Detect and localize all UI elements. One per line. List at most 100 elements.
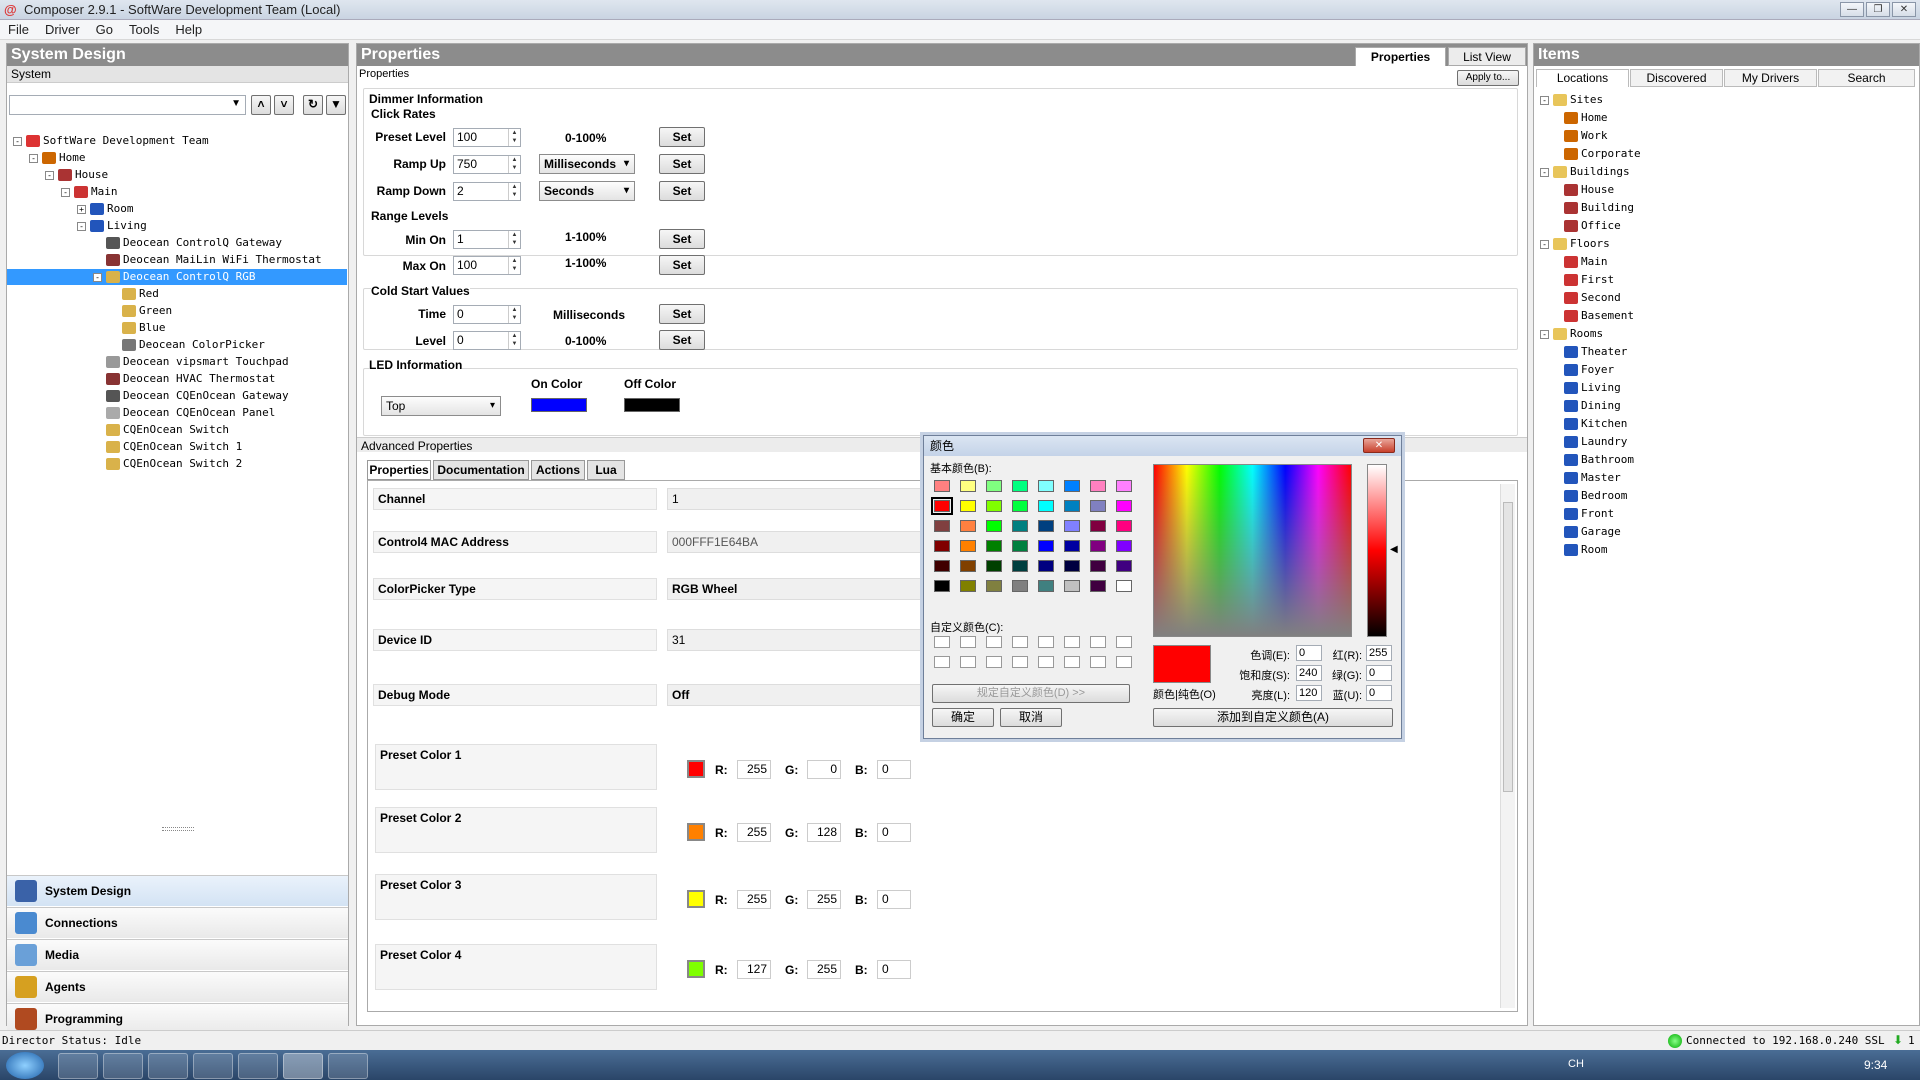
green-input[interactable]: 0 (1366, 665, 1392, 681)
location-item[interactable]: Kitchen (1564, 416, 1627, 432)
basic-color-swatch[interactable] (1090, 560, 1106, 572)
ramp-down-unit-select[interactable]: Seconds (539, 181, 635, 201)
min-on-input[interactable]: 1 ▲ ▼ (453, 230, 521, 249)
ramp-up-set-button[interactable]: Set (659, 154, 705, 174)
tree-item[interactable]: CQEnOcean Switch 1 (93, 439, 242, 455)
blue-input[interactable]: 0 (1366, 685, 1392, 701)
collapse-icon[interactable]: - (1540, 95, 1549, 105)
collapse-icon[interactable]: - (45, 170, 54, 180)
download-icon[interactable]: ⬇ (1893, 1033, 1903, 1047)
basic-color-swatch[interactable] (1116, 560, 1132, 572)
tab-list-view[interactable]: List View (1448, 47, 1526, 66)
luminance-arrow-icon[interactable]: ◀ (1390, 544, 1398, 555)
basic-color-swatch[interactable] (934, 580, 950, 592)
refresh-button[interactable]: ↻ (303, 95, 323, 115)
rgb-r-input[interactable]: 255 (737, 760, 771, 779)
basic-color-swatch[interactable] (986, 520, 1002, 532)
basic-color-swatch[interactable] (1116, 520, 1132, 532)
menu-driver[interactable]: Driver (37, 22, 88, 37)
nav-agents-button[interactable]: Agents (7, 971, 348, 1002)
basic-color-swatch[interactable] (1038, 480, 1054, 492)
collapse-icon[interactable]: - (77, 221, 86, 231)
restore-button[interactable]: ❐ (1866, 2, 1890, 17)
collapse-icon[interactable]: - (93, 272, 102, 282)
basic-color-swatch[interactable] (960, 520, 976, 532)
custom-color-swatch[interactable] (1064, 636, 1080, 648)
location-item[interactable]: Second (1564, 290, 1621, 306)
collapse-icon[interactable]: - (61, 187, 70, 197)
basic-color-swatch[interactable] (986, 540, 1002, 552)
basic-color-swatch[interactable] (960, 580, 976, 592)
basic-color-swatch[interactable] (1038, 520, 1054, 532)
basic-color-swatch[interactable] (960, 500, 976, 512)
close-window-button[interactable]: ✕ (1892, 2, 1916, 17)
basic-color-swatch[interactable] (934, 480, 950, 492)
level-set-button[interactable]: Set (659, 330, 705, 350)
adv-row-value[interactable]: RGB Wheel (667, 578, 929, 600)
color-spectrum-picker[interactable] (1153, 464, 1352, 637)
basic-color-swatch[interactable] (1064, 580, 1080, 592)
basic-color-swatch[interactable] (934, 520, 950, 532)
define-custom-colors-button[interactable]: 规定自定义颜色(D) >> (932, 684, 1130, 703)
basic-color-swatch[interactable] (1116, 540, 1132, 552)
tree-item[interactable]: - SoftWare Development Team (13, 133, 209, 149)
basic-color-swatch[interactable] (960, 560, 976, 572)
move-up-button[interactable]: ˄ (251, 95, 271, 115)
custom-color-swatch[interactable] (934, 656, 950, 668)
rgb-g-input[interactable]: 0 (807, 760, 841, 779)
location-item[interactable]: - Floors (1540, 236, 1610, 252)
tab-properties[interactable]: Properties (1355, 47, 1446, 66)
ramp-up-input[interactable]: 750 ▲ ▼ (453, 155, 521, 174)
custom-color-swatch[interactable] (1012, 656, 1028, 668)
basic-color-swatch[interactable] (1012, 560, 1028, 572)
basic-color-swatch[interactable] (931, 497, 953, 515)
tree-item[interactable]: Blue (109, 320, 166, 336)
basic-color-swatch[interactable] (986, 480, 1002, 492)
add-custom-color-button[interactable]: 添加到自定义颜色(A) (1153, 708, 1393, 727)
tree-item[interactable]: Deocean CQEnOcean Gateway (93, 388, 289, 404)
basic-color-swatch[interactable] (1012, 540, 1028, 552)
filter-button[interactable]: ▼ (326, 95, 346, 115)
tab-my-drivers[interactable]: My Drivers (1724, 69, 1817, 87)
adv-tab-documentation[interactable]: Documentation (433, 460, 529, 480)
preset-color-swatch[interactable] (687, 890, 705, 908)
tab-search[interactable]: Search (1818, 69, 1915, 87)
collapse-icon[interactable]: - (13, 136, 22, 146)
custom-color-swatch[interactable] (1038, 636, 1054, 648)
location-item[interactable]: Room (1564, 542, 1608, 558)
hue-input[interactable]: 0 (1296, 645, 1322, 661)
tree-item[interactable]: Deocean ControlQ Gateway (93, 235, 282, 251)
rgb-b-input[interactable]: 0 (877, 760, 911, 779)
basic-color-swatch[interactable] (986, 580, 1002, 592)
basic-color-swatch[interactable] (986, 500, 1002, 512)
basic-color-swatch[interactable] (1064, 520, 1080, 532)
menu-help[interactable]: Help (167, 22, 210, 37)
tree-item[interactable]: - Living (77, 218, 147, 234)
max-on-set-button[interactable]: Set (659, 255, 705, 275)
location-item[interactable]: House (1564, 182, 1614, 198)
custom-color-swatch[interactable] (934, 636, 950, 648)
off-color-swatch[interactable] (624, 398, 680, 412)
menu-file[interactable]: File (0, 22, 37, 37)
basic-color-swatch[interactable] (934, 560, 950, 572)
basic-color-swatch[interactable] (960, 480, 976, 492)
time-set-button[interactable]: Set (659, 304, 705, 324)
location-item[interactable]: Garage (1564, 524, 1621, 540)
location-item[interactable]: - Sites (1540, 92, 1603, 108)
nav-system-design-button[interactable]: System Design (7, 875, 348, 906)
ramp-up-unit-select[interactable]: Milliseconds (539, 154, 635, 174)
location-item[interactable]: Corporate (1564, 146, 1641, 162)
basic-color-swatch[interactable] (1090, 520, 1106, 532)
basic-color-swatch[interactable] (1012, 520, 1028, 532)
project-combo[interactable]: ▼ (9, 95, 246, 115)
led-position-select[interactable]: Top (381, 396, 501, 416)
basic-color-swatch[interactable] (1038, 580, 1054, 592)
rgb-r-input[interactable]: 255 (737, 823, 771, 842)
location-item[interactable]: Work (1564, 128, 1608, 144)
rgb-b-input[interactable]: 0 (877, 890, 911, 909)
tree-item[interactable]: - House (45, 167, 108, 183)
luminance-input[interactable]: 120 (1296, 685, 1322, 701)
location-item[interactable]: Bathroom (1564, 452, 1634, 468)
rgb-g-input[interactable]: 255 (807, 890, 841, 909)
taskbar-composer-button[interactable] (283, 1053, 323, 1079)
